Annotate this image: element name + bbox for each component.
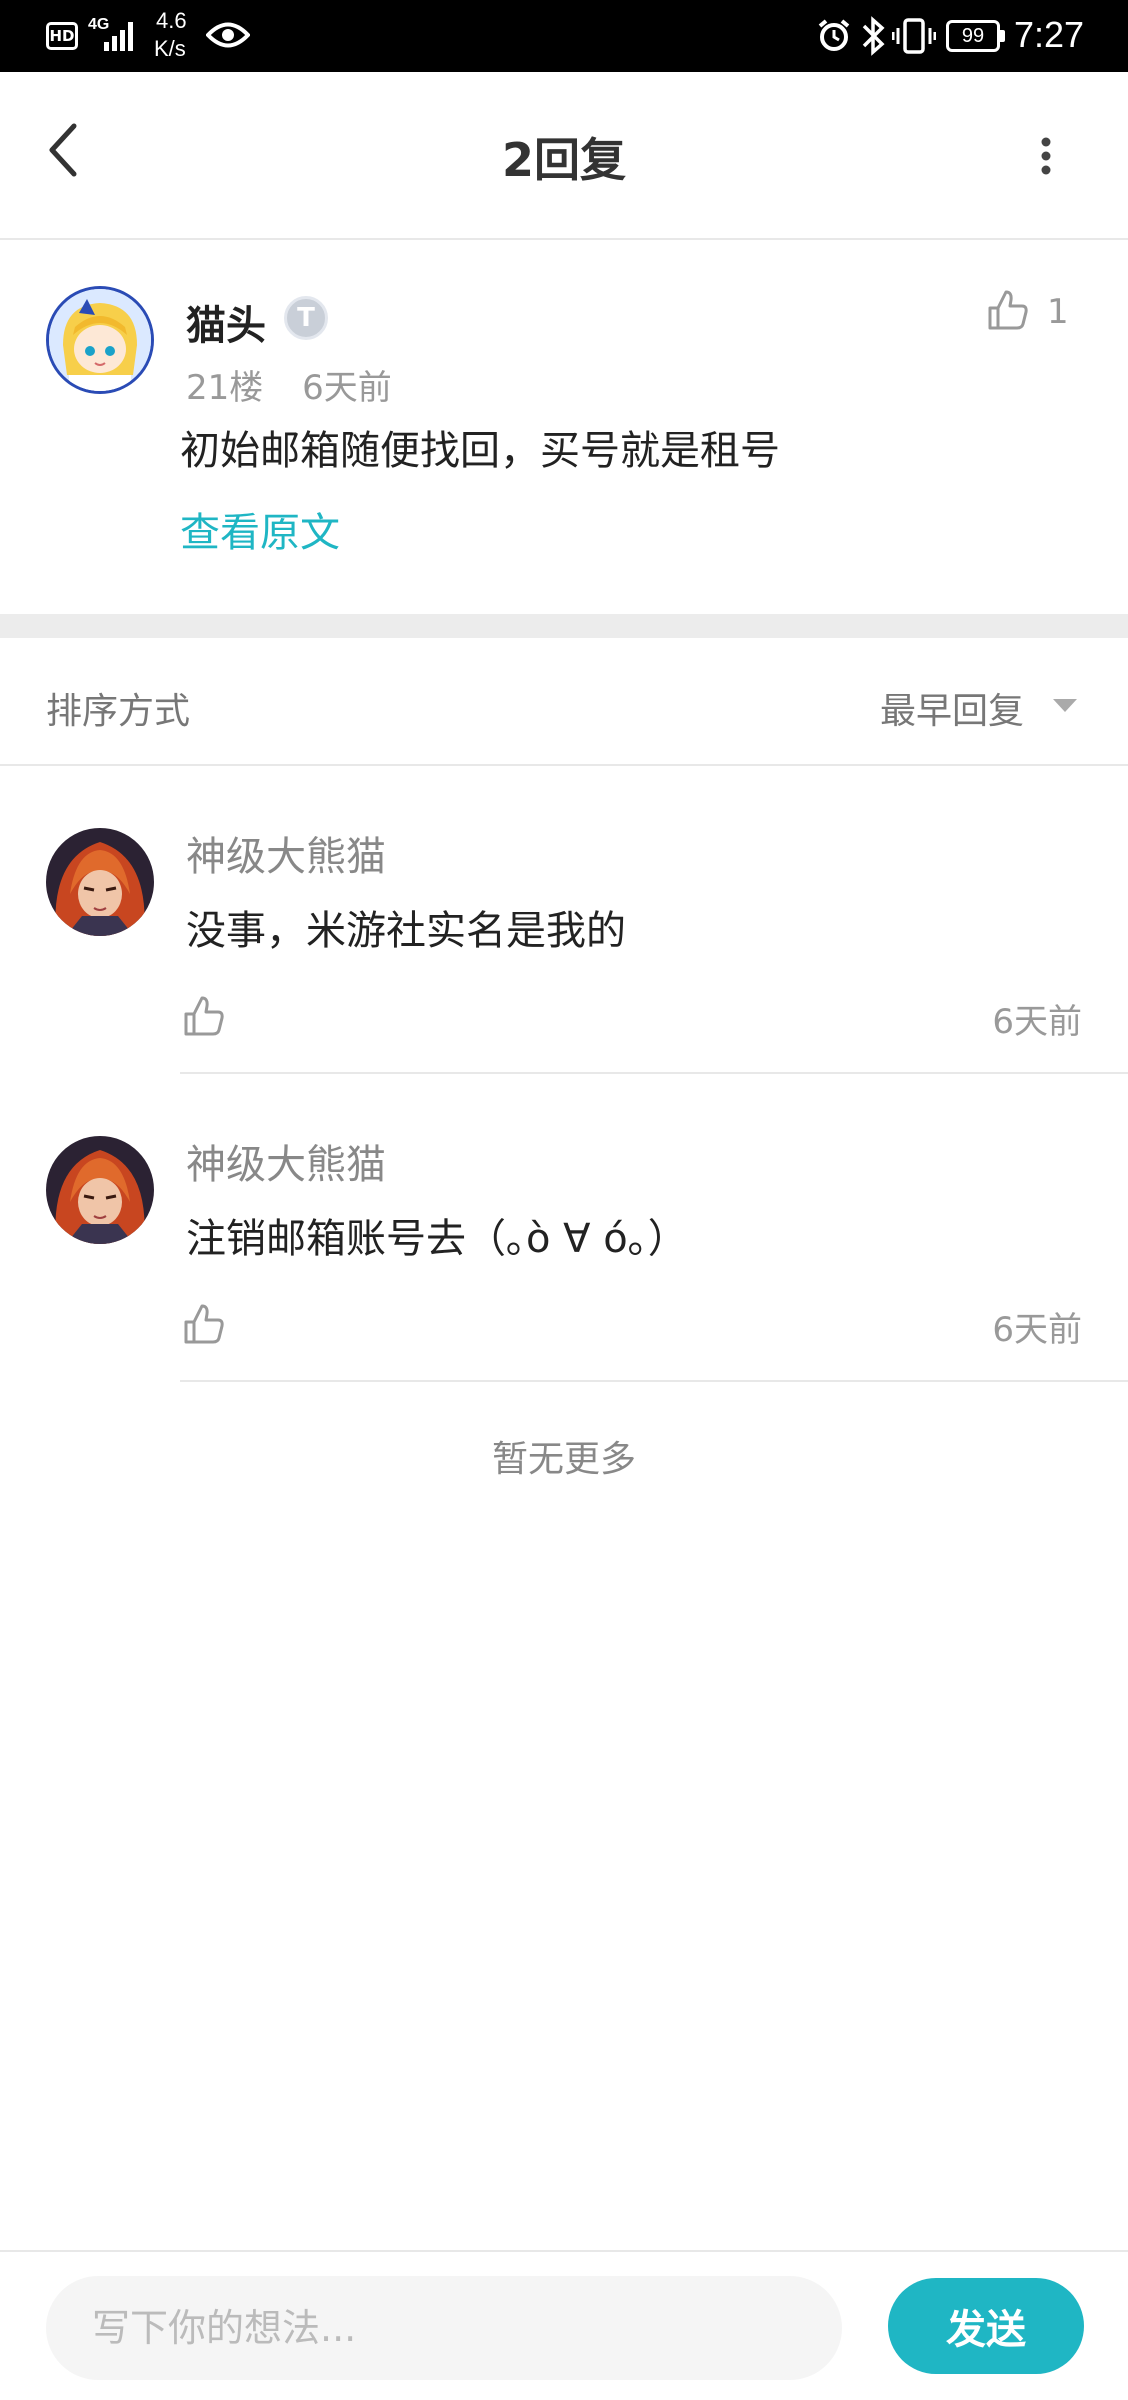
thumbs-up-icon[interactable]	[182, 1302, 226, 1346]
avatar-anime-girl-icon	[49, 289, 151, 391]
comment-input[interactable]	[46, 2276, 842, 2380]
page-title: 2回复	[501, 133, 626, 187]
reply-author-name[interactable]: 神级大熊猫	[186, 824, 386, 882]
status-bar: HD 4G 4.6 K/s 99 7:27	[0, 0, 1128, 72]
comment-content: 初始邮箱随便找回，买号就是租号	[180, 428, 780, 474]
avatar-red-hair-character-icon	[46, 1136, 154, 1244]
dropdown-triangle-icon[interactable]	[1052, 698, 1078, 714]
thumbs-up-icon[interactable]	[182, 994, 226, 1038]
header: 2回复	[0, 72, 1128, 240]
avatar[interactable]	[46, 1136, 154, 1244]
reply-divider	[180, 1380, 1128, 1382]
sort-dropdown[interactable]: 最早回复	[880, 682, 1024, 734]
comment-meta: 21楼 6天前	[186, 360, 420, 409]
reply-item: 神级大熊猫 没事，米游社实名是我的 6天前	[0, 766, 1128, 1074]
reply-author-name[interactable]: 神级大熊猫	[186, 1132, 386, 1190]
battery-tip	[1000, 30, 1005, 42]
thumbs-up-icon[interactable]	[986, 288, 1030, 332]
avatar[interactable]	[46, 286, 154, 394]
comment-author-name[interactable]: 猫头	[186, 293, 266, 351]
signal-icon	[104, 22, 133, 51]
eye-icon	[206, 22, 250, 48]
reply-time: 6天前	[992, 1310, 1082, 1350]
bottom-input-bar: 发送	[0, 2250, 1128, 2400]
floor-number: 21楼	[186, 368, 264, 408]
net-speed-unit: K/s	[154, 36, 186, 61]
avatar[interactable]	[46, 828, 154, 936]
no-more-text: 暂无更多	[491, 1439, 636, 1480]
battery-icon: 99	[946, 20, 1000, 52]
section-divider	[0, 614, 1128, 638]
comment-time: 6天前	[302, 368, 392, 408]
reply-time: 6天前	[992, 1002, 1082, 1042]
clock: 7:27	[1014, 14, 1085, 55]
bluetooth-icon	[862, 16, 885, 56]
sort-label: 排序方式	[46, 691, 191, 732]
avatar-red-hair-character-icon	[46, 828, 154, 936]
like-count: 1	[1047, 292, 1069, 332]
alarm-icon	[818, 19, 850, 51]
more-menu-icon[interactable]	[1036, 136, 1056, 180]
sort-row: 排序方式 最早回复	[0, 638, 1128, 766]
reply-content: 没事，米游社实名是我的	[186, 908, 626, 954]
hd-icon: HD	[46, 22, 78, 50]
level-badge-icon: T	[284, 296, 328, 340]
reply-item: 神级大熊猫 注销邮箱账号去（｡ò ∀ ó｡） 6天前	[0, 1074, 1128, 1382]
vibrate-icon	[892, 18, 936, 54]
send-button[interactable]: 发送	[888, 2278, 1084, 2374]
view-original-link[interactable]: 查看原文	[180, 500, 340, 558]
reply-content: 注销邮箱账号去（｡ò ∀ ó｡）	[186, 1216, 688, 1262]
net-speed-value: 4.6	[156, 8, 187, 33]
